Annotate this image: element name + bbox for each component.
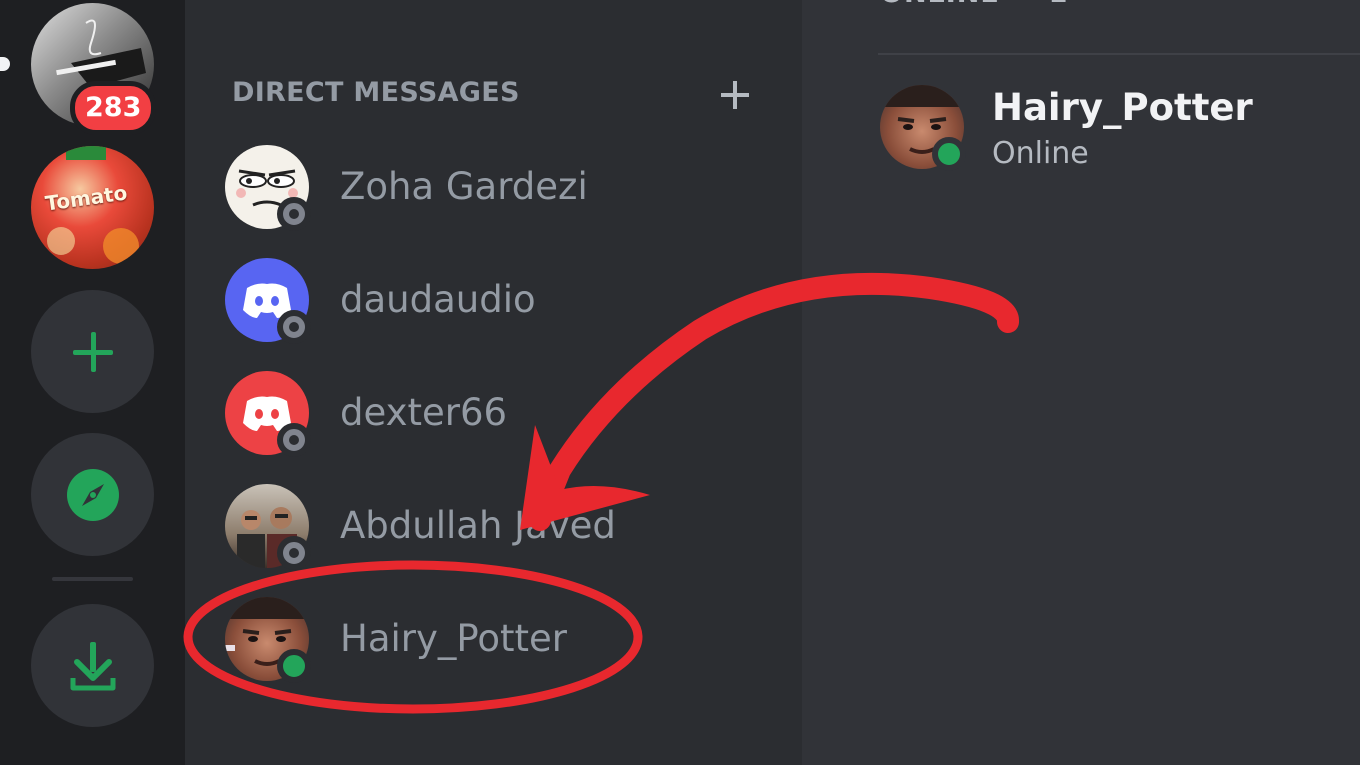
avatar <box>225 371 311 457</box>
explore-servers-button[interactable] <box>31 433 154 556</box>
create-dm-button[interactable] <box>715 75 755 115</box>
dm-item-zoha-gardezi[interactable]: Zoha Gardezi <box>225 137 745 237</box>
direct-messages-panel: DIRECT MESSAGES Zoha Gardezi daudaudio d… <box>185 0 802 765</box>
friends-main-panel: ONLINE — 1 Hairy_Potter Online <box>802 0 1360 765</box>
download-icon <box>70 641 115 690</box>
compass-icon <box>66 468 119 521</box>
direct-messages-header: DIRECT MESSAGES <box>232 77 520 108</box>
online-status-icon <box>277 649 311 683</box>
friend-avatar[interactable] <box>880 85 966 171</box>
add-server-button[interactable] <box>31 290 154 413</box>
offline-status-icon <box>277 310 311 344</box>
dm-name: Hairy_Potter <box>340 617 568 660</box>
dm-name: dexter66 <box>340 391 508 434</box>
avatar <box>225 145 311 231</box>
dm-name: Zoha Gardezi <box>340 165 588 208</box>
header-divider <box>878 53 1360 55</box>
avatar <box>225 258 311 344</box>
dm-item-abdullah-javed[interactable]: Abdullah Javed <box>225 476 745 576</box>
online-count-header: ONLINE — 1 <box>880 0 1068 9</box>
avatar <box>225 484 311 570</box>
unread-count-badge: 283 <box>70 81 157 135</box>
offline-status-icon <box>277 423 311 457</box>
online-status-icon <box>932 137 966 171</box>
friend-name[interactable]: Hairy_Potter <box>992 86 1253 129</box>
tomato-server-icon[interactable]: Tomato <box>31 146 154 269</box>
tomato-artwork <box>47 146 139 264</box>
offline-status-icon <box>277 197 311 231</box>
download-apps-button[interactable] <box>31 604 154 727</box>
dm-name: daudaudio <box>340 278 536 321</box>
dm-item-dexter66[interactable]: dexter66 <box>225 363 745 463</box>
offline-status-icon <box>277 536 311 570</box>
server-rail: 283 Tomato <box>0 0 185 765</box>
plus-icon <box>72 331 113 372</box>
avatar <box>225 597 311 683</box>
plus-icon <box>721 81 749 109</box>
friend-status-text: Online <box>992 136 1089 171</box>
dm-item-hairy-potter[interactable]: Hairy_Potter <box>225 589 745 689</box>
rail-separator <box>52 577 133 581</box>
unread-indicator <box>0 57 10 71</box>
dm-name: Abdullah Javed <box>340 504 616 547</box>
dm-item-daudaudio[interactable]: daudaudio <box>225 250 745 350</box>
